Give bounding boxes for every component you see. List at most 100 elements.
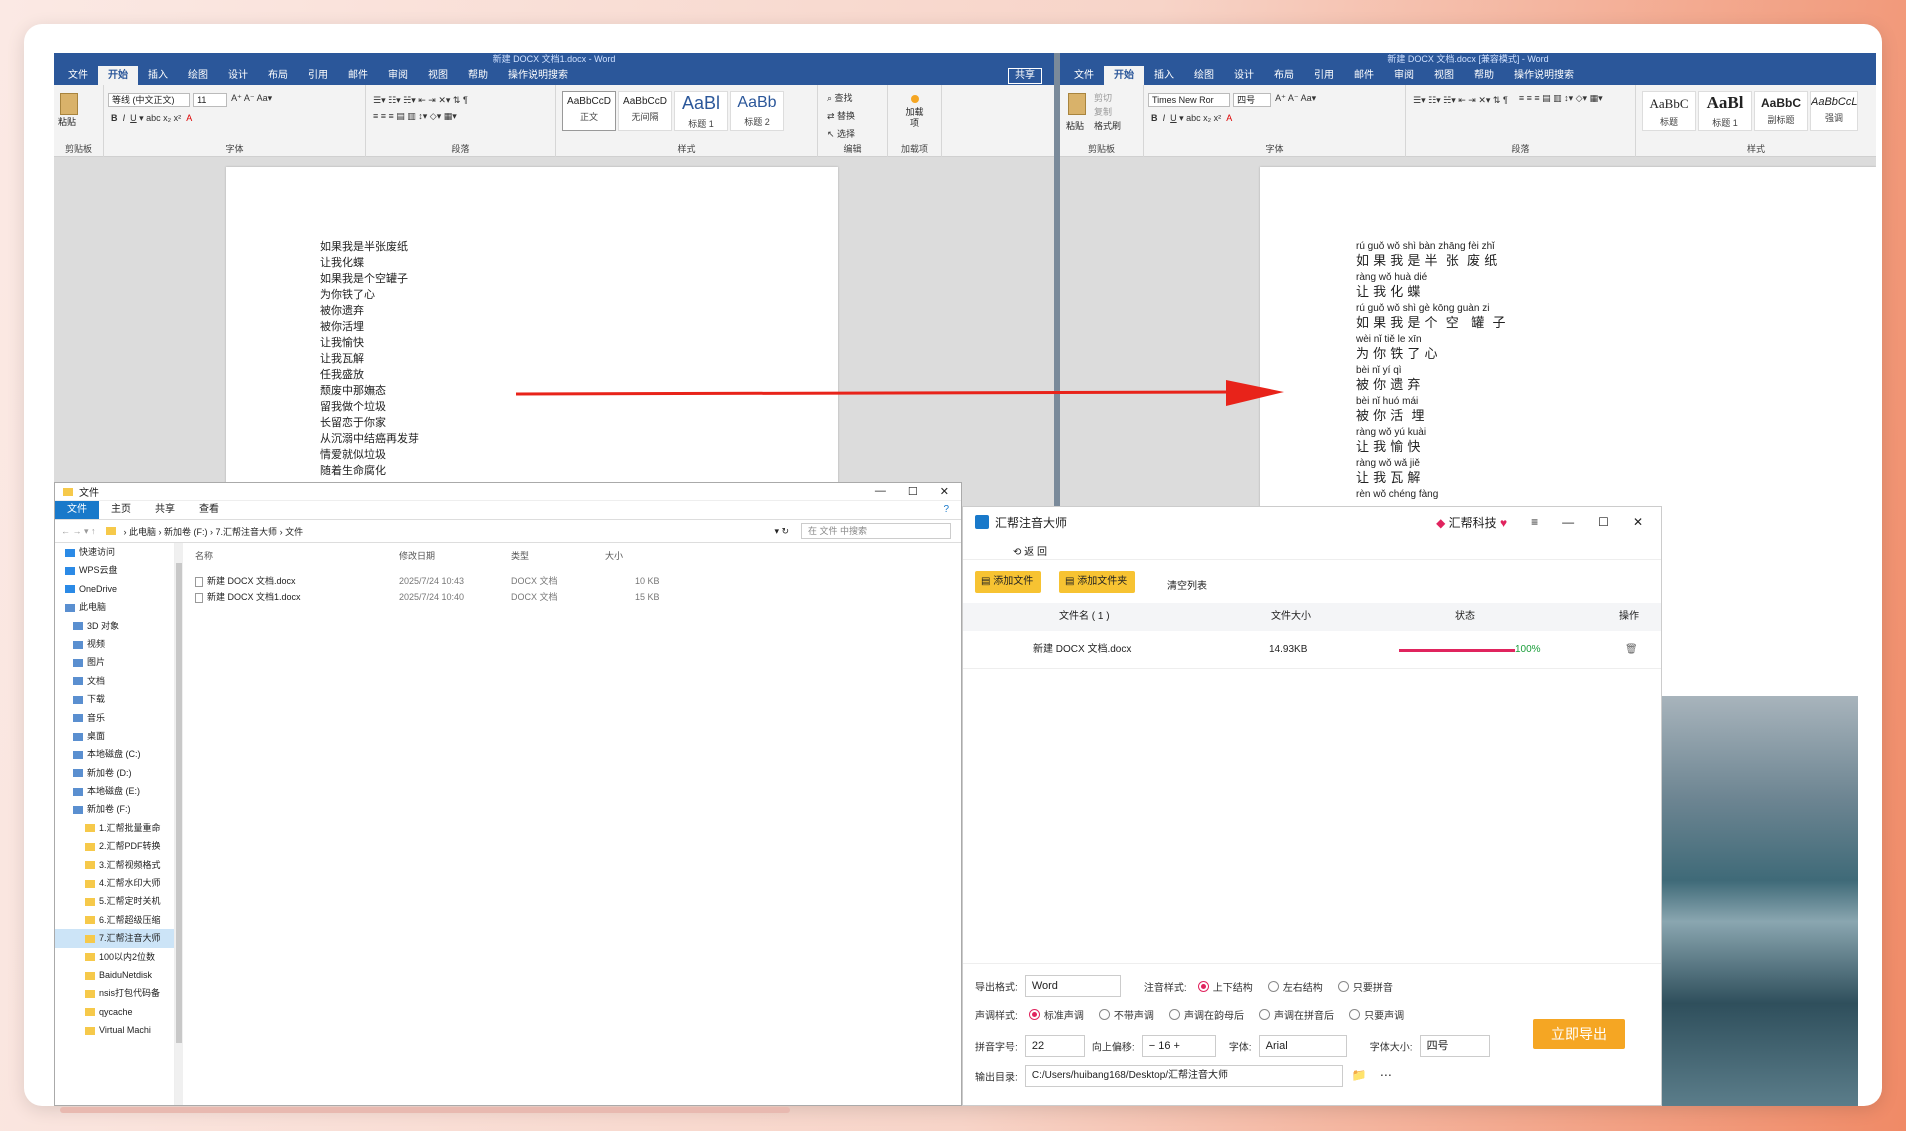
tell-me-search[interactable]: 操作说明搜索	[1504, 66, 1584, 85]
radio-tone-0[interactable]	[1028, 1009, 1040, 1020]
nav-item[interactable]: 6.汇帮超级压缩	[55, 911, 174, 929]
nav-item[interactable]: 7.汇帮注音大师	[55, 929, 174, 948]
address-bar[interactable]: ← → ▾ ↑ › 此电脑 › 新加卷 (F:) › 7.汇帮注音大师 › 文件…	[55, 519, 961, 543]
style-heading-1[interactable]: AaBl 标题 1	[1698, 91, 1752, 131]
add-file-button[interactable]: ▤ 添加文件	[975, 571, 1042, 593]
minimize-icon[interactable]: —	[875, 485, 886, 498]
file-row[interactable]: 新建 DOCX 文档1.docx 2025/7/24 10:40 DOCX 文档…	[195, 589, 961, 605]
share-button[interactable]: 共享	[1008, 67, 1042, 84]
trash-icon[interactable]: 🗑	[1625, 631, 1638, 669]
radio-tone-3[interactable]	[1259, 1009, 1271, 1020]
tab-insert[interactable]: 插入	[1144, 66, 1184, 85]
nav-item[interactable]: 3.汇帮视频格式	[55, 856, 174, 874]
nav-item[interactable]: 2.汇帮PDF转换	[55, 837, 174, 855]
nav-item[interactable]: 3D 对象	[55, 617, 174, 635]
find-button[interactable]: ⌕ 查找	[827, 91, 853, 105]
col-size[interactable]: 大小	[605, 549, 623, 562]
document-page[interactable]: 如果我是半张废纸 让我化蝶 如果我是个空罐子 为你铁了心 被你遗弃 被你活埋 让我愉快 让我瓦…	[226, 167, 838, 513]
addin-icon[interactable]	[910, 95, 919, 103]
nav-item[interactable]: 文档	[55, 672, 174, 690]
style-title[interactable]: AaBbC 标题	[1642, 91, 1696, 131]
radio-tone-1[interactable]	[1098, 1009, 1110, 1020]
search-input[interactable]: 在 文件 中搜索	[801, 523, 951, 539]
addin-button[interactable]: 加载项	[905, 107, 925, 129]
paste-icon[interactable]	[60, 93, 78, 115]
align-icons[interactable]: ≡ ≡ ≡ ▤ ▥ ↕▾ ◇▾ ▦▾	[367, 105, 457, 121]
font-name-select[interactable]: Times New Ror	[1148, 93, 1230, 107]
nav-item[interactable]: 本地磁盘 (E:)	[55, 782, 174, 800]
radio-note-1[interactable]	[1267, 980, 1279, 992]
tab-file[interactable]: 文件	[58, 66, 98, 85]
paste-button[interactable]: 粘贴	[58, 115, 103, 128]
nav-item[interactable]: 图片	[55, 653, 174, 671]
font-color-icon[interactable]: A	[186, 113, 192, 127]
folder-open-icon[interactable]: 📁	[1352, 1068, 1367, 1082]
nav-item[interactable]: 视频	[55, 635, 174, 653]
col-name[interactable]: 名称	[195, 549, 213, 562]
file-row[interactable]: 新建 DOCX 文档.docx 2025/7/24 10:43 DOCX 文档 …	[195, 573, 961, 589]
pinyin-size-select[interactable]: 22	[1024, 1035, 1085, 1057]
nav-item[interactable]: 音乐	[55, 709, 174, 727]
nav-item[interactable]: 快速访问	[55, 543, 174, 561]
tab-review[interactable]: 审阅	[378, 66, 418, 85]
col-date[interactable]: 修改日期	[399, 549, 435, 562]
tab-mailings[interactable]: 邮件	[1344, 66, 1384, 85]
font-size-select[interactable]: 四号	[1419, 1035, 1490, 1057]
tab-share[interactable]: 共享	[143, 501, 187, 519]
export-now-button[interactable]: 立即导出	[1533, 1019, 1625, 1049]
tab-draw[interactable]: 绘图	[1184, 66, 1224, 85]
back-icon[interactable]: ← → ▾ ↑	[61, 526, 96, 537]
font-name-select[interactable]: 等线 (中文正文)	[108, 93, 190, 107]
col-type[interactable]: 类型	[511, 549, 529, 562]
copy-button[interactable]: 复制	[1094, 105, 1121, 119]
tree-scrollbar[interactable]	[175, 543, 183, 1105]
tab-draw[interactable]: 绘图	[178, 66, 218, 85]
style-normal[interactable]: AaBbCcD 正文	[562, 91, 616, 131]
select-button[interactable]: ↖ 选择	[827, 127, 855, 141]
nav-item[interactable]: 本地磁盘 (C:)	[55, 745, 174, 763]
tab-view[interactable]: 视图	[418, 66, 458, 85]
nav-item[interactable]: 100以内2位数	[55, 948, 174, 966]
underline-icon[interactable]: U ▾ abc x₂ x²	[130, 113, 181, 127]
tab-view[interactable]: 查看	[187, 501, 231, 519]
cut-button[interactable]: 剪切	[1094, 91, 1121, 105]
radio-tone-4[interactable]	[1349, 1009, 1361, 1020]
maximize-icon[interactable]: ☐	[908, 485, 918, 498]
crumb-drive[interactable]: 新加卷 (F:)	[164, 527, 208, 537]
radio-tone-2[interactable]	[1168, 1009, 1180, 1020]
font-select[interactable]: Arial	[1258, 1035, 1347, 1057]
nav-item[interactable]: 4.汇帮水印大师	[55, 874, 174, 892]
tab-home[interactable]: 主页	[99, 501, 143, 519]
add-folder-button[interactable]: ▤ 添加文件夹	[1059, 571, 1136, 593]
bold-icon[interactable]: B	[111, 113, 118, 127]
style-heading-2[interactable]: AaBb 标题 2	[730, 91, 784, 131]
style-subtitle[interactable]: AaBbC 副标题	[1754, 91, 1808, 131]
tab-design[interactable]: 设计	[1224, 66, 1264, 85]
nav-item[interactable]: OneDrive	[55, 580, 174, 598]
close-icon[interactable]: ✕	[1633, 515, 1643, 529]
help-icon[interactable]: ?	[931, 501, 961, 519]
export-format-select[interactable]: Word	[1024, 975, 1121, 997]
clear-list-button[interactable]: 清空列表	[1167, 577, 1207, 592]
refresh-icon[interactable]: ▾ ↻	[774, 526, 789, 537]
paste-icon[interactable]	[1068, 93, 1086, 115]
paste-button[interactable]: 粘贴	[1066, 119, 1084, 132]
offset-stepper[interactable]: − 16 +	[1141, 1035, 1216, 1057]
close-icon[interactable]: ✕	[940, 485, 949, 498]
list-icons[interactable]: ☰▾ ☷▾ ☵▾ ⇤ ⇥ ✕▾ ⇅ ¶	[367, 87, 468, 105]
tab-file[interactable]: 文件	[55, 501, 99, 519]
tab-design[interactable]: 设计	[218, 66, 258, 85]
tab-review[interactable]: 审阅	[1384, 66, 1424, 85]
tab-help[interactable]: 帮助	[458, 66, 498, 85]
tab-references[interactable]: 引用	[298, 66, 338, 85]
table-row[interactable]: 新建 DOCX 文档.docx 14.93KB 100% 🗑	[963, 631, 1661, 669]
font-size-select[interactable]: 四号	[1233, 93, 1272, 107]
nav-item[interactable]: 1.汇帮批量重命	[55, 819, 174, 837]
italic-icon[interactable]: I	[123, 113, 126, 127]
style-heading-1[interactable]: AaBl 标题 1	[674, 91, 728, 131]
italic-icon[interactable]: I	[1163, 113, 1166, 127]
radio-note-0[interactable]	[1197, 980, 1209, 992]
align-icons[interactable]: ≡ ≡ ≡ ▤ ▥ ↕▾ ◇▾ ▦▾	[1513, 87, 1603, 103]
nav-item[interactable]: WPS云盘	[55, 561, 174, 579]
crumb-current[interactable]: 文件	[285, 527, 303, 537]
